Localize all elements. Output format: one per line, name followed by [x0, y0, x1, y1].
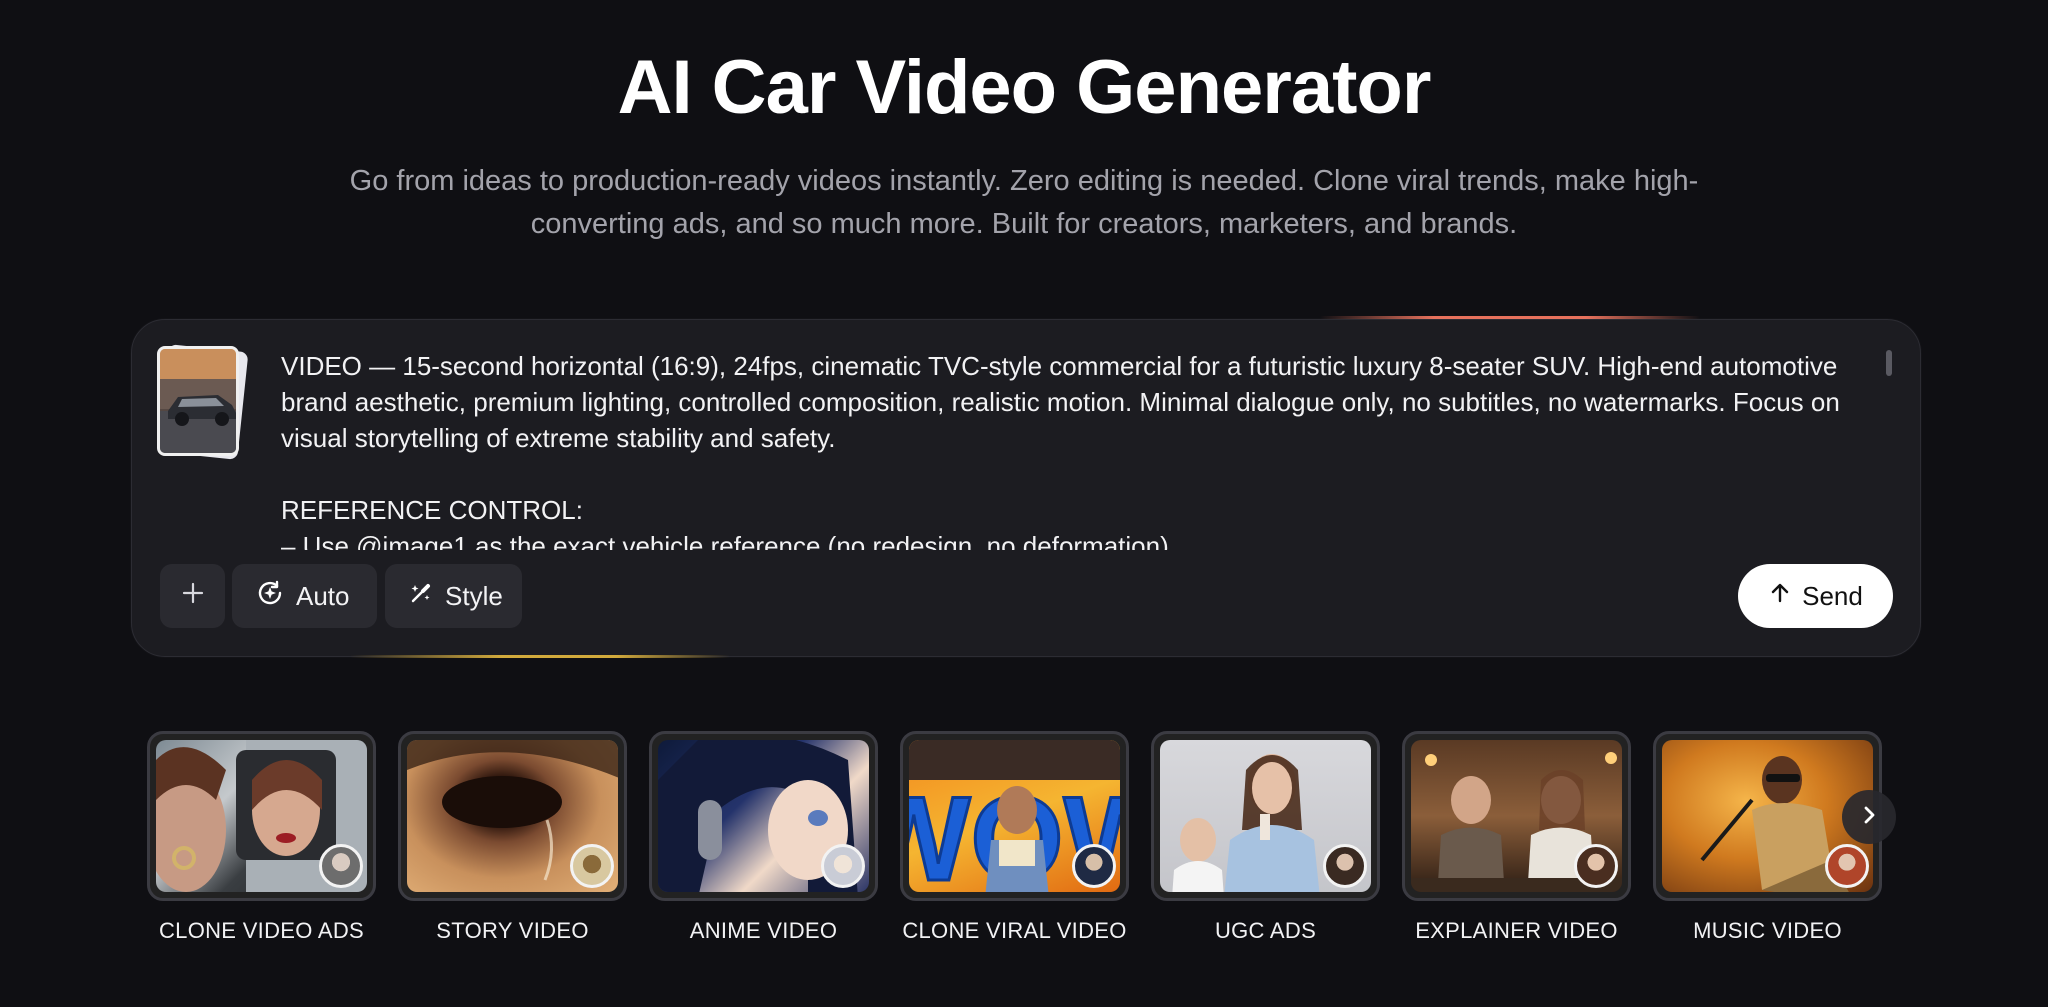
brush-sparkle-icon: [407, 579, 435, 614]
template-card-ugc-ads[interactable]: [1151, 731, 1380, 901]
template-label: MUSIC VIDEO: [1693, 918, 1842, 943]
creator-avatar: [570, 844, 614, 888]
chevron-right-icon: [1857, 803, 1881, 832]
creator-avatar: [1072, 844, 1116, 888]
card-glow-bottom: [350, 655, 730, 658]
template-label: CLONE VIDEO ADS: [158, 918, 364, 943]
suv-reference-image: [157, 346, 239, 456]
creator-avatar: [1323, 844, 1367, 888]
send-label: Send: [1802, 580, 1863, 611]
carousel-next-button[interactable]: [1842, 790, 1896, 844]
auto-label: Auto: [296, 580, 350, 611]
page-subtitle: Go from ideas to production-ready videos…: [349, 165, 1699, 240]
add-button[interactable]: [160, 564, 225, 628]
template-label: UGC ADS: [1214, 918, 1317, 943]
creator-avatar: [821, 844, 865, 888]
auto-sparkle-icon: [254, 577, 286, 616]
prompt-textarea[interactable]: VIDEO — 15-second horizontal (16:9), 24f…: [281, 348, 1881, 550]
template-label: STORY VIDEO: [436, 918, 589, 943]
style-label: Style: [445, 580, 503, 611]
arrow-up-icon: [1768, 581, 1792, 612]
template-label: CLONE VIRAL VIDEO: [902, 918, 1127, 943]
template-label: EXPLAINER VIDEO: [1415, 918, 1618, 943]
auto-button[interactable]: Auto: [232, 564, 377, 628]
template-card-story-video[interactable]: [398, 731, 627, 901]
page-title: AI Car Video Generator: [617, 45, 1432, 130]
template-label: ANIME VIDEO: [689, 918, 838, 943]
template-card-explainer-video[interactable]: [1402, 731, 1631, 901]
template-card-clone-viral-video[interactable]: WOW: [900, 731, 1129, 901]
creator-avatar: [319, 844, 363, 888]
send-button[interactable]: Send: [1738, 564, 1893, 628]
prompt-scrollbar[interactable]: [1886, 350, 1892, 376]
reference-image-thumbnail[interactable]: [155, 344, 249, 460]
creator-avatar: [1825, 844, 1869, 888]
style-button[interactable]: Style: [385, 564, 522, 628]
template-card-anime-video[interactable]: [649, 731, 878, 901]
template-card-clone-video-ads[interactable]: [147, 731, 376, 901]
plus-icon: [181, 581, 205, 612]
creator-avatar: [1574, 844, 1618, 888]
